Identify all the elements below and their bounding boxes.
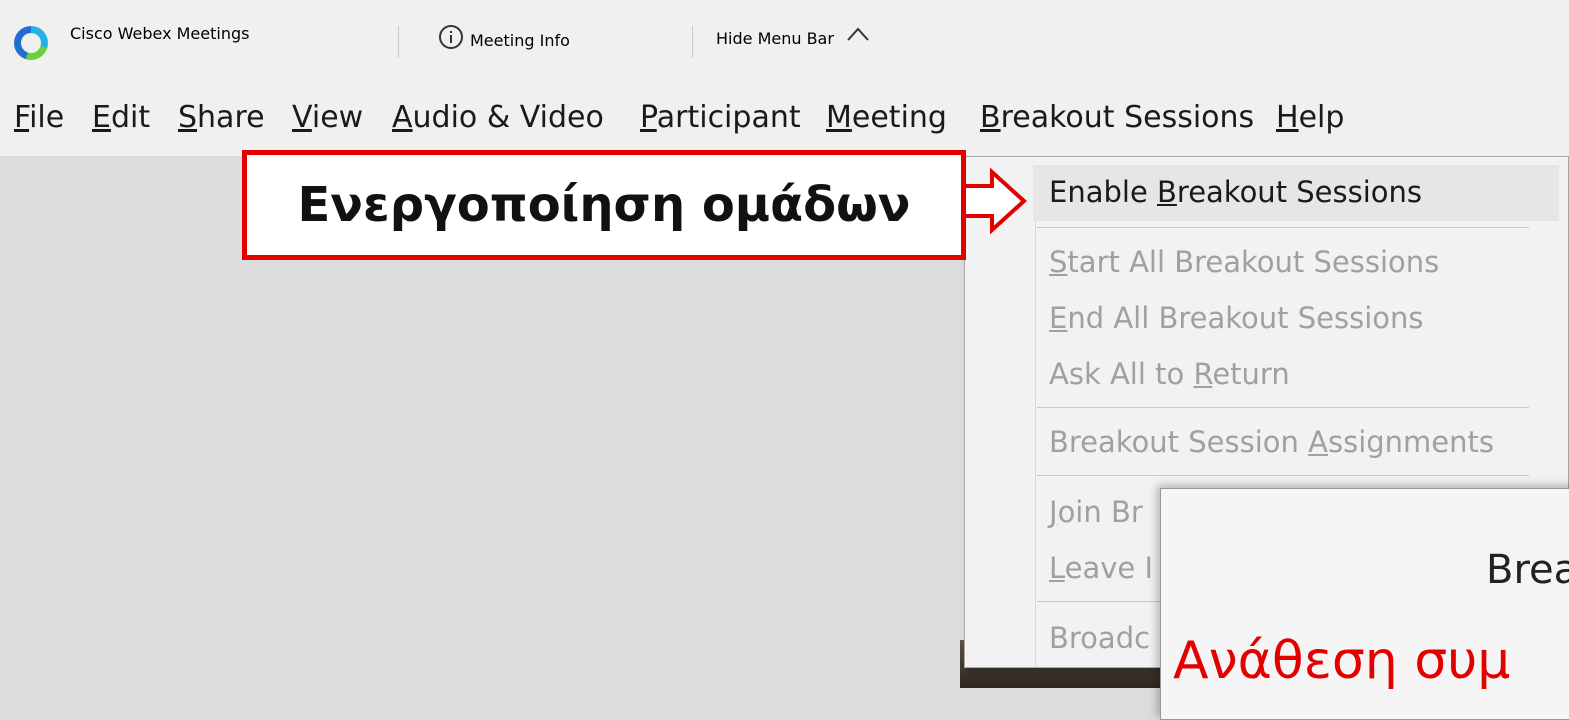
dialog-red-annotation: Ανάθεση συμ — [1173, 631, 1511, 691]
menu-item-enable-breakout-sessions[interactable]: Enable Breakout Sessions — [1049, 175, 1422, 209]
menu-breakout-sessions[interactable]: Breakout Sessions — [980, 100, 1254, 135]
menu-item-ask-all-to-return[interactable]: Ask All to Return — [1049, 357, 1290, 391]
callout-text: Ενεργοποίηση ομάδων — [297, 177, 911, 233]
menu-item-leave-breakout-session[interactable]: Leave I — [1049, 551, 1153, 585]
menu-participant[interactable]: Participant — [640, 100, 801, 135]
menu-edit[interactable]: Edit — [92, 100, 150, 135]
menu-help[interactable]: Help — [1276, 100, 1344, 135]
dialog-title: Brea — [1486, 547, 1569, 593]
menu-divider — [1037, 407, 1529, 408]
hide-menu-bar-button[interactable]: Hide Menu Bar — [716, 24, 871, 48]
callout-arrow-icon — [962, 168, 1027, 234]
menu-item-broadcast[interactable]: Broadc — [1049, 621, 1150, 655]
app-title: Cisco Webex Meetings — [70, 24, 250, 43]
title-separator — [692, 26, 693, 58]
meeting-info-label: Meeting Info — [470, 31, 570, 50]
menu-gutter — [1035, 173, 1036, 667]
breakout-dialog: Brea Ανάθεση συμ — [1160, 488, 1569, 720]
menu-file[interactable]: File — [14, 100, 64, 135]
menu-item-end-all-breakout-sessions[interactable]: End All Breakout Sessions — [1049, 301, 1424, 335]
menu-share[interactable]: Share — [178, 100, 265, 135]
meeting-info-button[interactable]: Meeting Info — [438, 24, 570, 50]
webex-logo-icon — [14, 26, 48, 60]
menu-audio-video[interactable]: Audio & Video — [392, 100, 604, 135]
menu-item-breakout-session-assignments[interactable]: Breakout Session Assignments — [1049, 425, 1494, 459]
title-separator — [398, 26, 399, 58]
menu-item-start-all-breakout-sessions[interactable]: Start All Breakout Sessions — [1049, 245, 1439, 279]
menu-divider — [1037, 227, 1529, 228]
hide-menu-bar-label: Hide Menu Bar — [716, 29, 834, 48]
info-icon — [439, 25, 463, 49]
chevron-up-icon — [847, 27, 869, 41]
menu-divider — [1037, 475, 1529, 476]
callout-box: Ενεργοποίηση ομάδων — [242, 150, 966, 260]
menu-meeting[interactable]: Meeting — [826, 100, 947, 135]
menu-item-join-breakout-session[interactable]: Join Br — [1049, 495, 1143, 529]
menu-view[interactable]: View — [292, 100, 363, 135]
